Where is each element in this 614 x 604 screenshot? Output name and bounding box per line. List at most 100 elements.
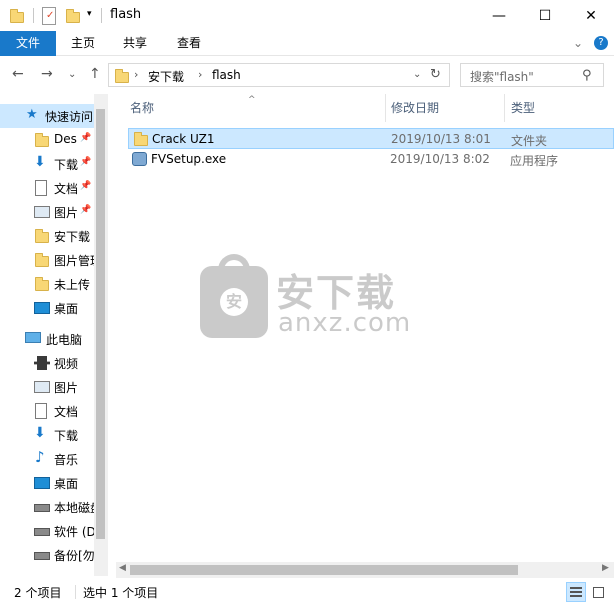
column-header-date[interactable]: 修改日期 bbox=[391, 94, 439, 122]
maximize-button[interactable]: ☐ bbox=[522, 0, 568, 31]
address-row: ← → ⌄ ↑ › 安下载 › flash ⌄ ↻ 搜索"flash" ⚲ bbox=[0, 56, 614, 94]
pin-icon: 📌 bbox=[80, 181, 92, 191]
watermark-bag-icon: 安 bbox=[200, 254, 268, 338]
breadcrumb-item[interactable]: 安下载 bbox=[148, 68, 184, 85]
sidebar-item-label: 图片管理 bbox=[54, 254, 94, 268]
minimize-button[interactable]: — bbox=[476, 0, 522, 31]
sidebar-item-label: 下载 bbox=[54, 429, 79, 443]
pin-icon: 📌 bbox=[80, 133, 92, 143]
sidebar-item-desktop[interactable]: 桌面 bbox=[0, 296, 94, 320]
help-icon[interactable]: ? bbox=[594, 36, 608, 50]
star-icon: ★ bbox=[26, 107, 38, 122]
horizontal-scrollbar-thumb[interactable] bbox=[130, 565, 518, 575]
sidebar-item-documents-pinned[interactable]: 文档 📌 bbox=[0, 176, 94, 200]
forward-arrow-icon[interactable]: → bbox=[41, 66, 53, 82]
address-bar[interactable]: › 安下载 › flash ⌄ ↻ bbox=[108, 63, 450, 87]
sidebar-item-downloads-pinned[interactable]: ⬇ 下载 📌 bbox=[0, 152, 94, 176]
file-date: 2019/10/13 8:02 bbox=[390, 152, 490, 166]
folder-icon bbox=[35, 277, 49, 291]
properties-icon[interactable]: ✓ bbox=[42, 7, 56, 25]
search-input[interactable]: 搜索"flash" bbox=[470, 68, 534, 85]
document-icon bbox=[35, 403, 47, 419]
sidebar-item-anxz[interactable]: 安下载 bbox=[0, 224, 94, 248]
new-folder-icon[interactable] bbox=[66, 9, 80, 23]
status-divider bbox=[75, 585, 76, 599]
desktop-icon bbox=[34, 477, 50, 489]
sidebar-item-documents[interactable]: 文档 bbox=[0, 399, 94, 423]
qa-separator bbox=[33, 8, 34, 23]
sidebar-item-label: 图片 bbox=[54, 206, 79, 220]
pin-icon: 📌 bbox=[80, 157, 92, 167]
sidebar-item-label: 未上传 bbox=[54, 278, 91, 292]
video-icon bbox=[34, 356, 50, 370]
address-dropdown-icon[interactable]: ⌄ bbox=[413, 69, 421, 80]
status-bar: 2 个项目 选中 1 个项目 bbox=[0, 580, 614, 604]
document-icon bbox=[35, 180, 47, 196]
title-bar: ✓ ▾ flash — ☐ ✕ bbox=[0, 0, 614, 31]
sidebar-item-label: 文档 bbox=[54, 405, 79, 419]
file-name: Crack UZ1 bbox=[152, 132, 215, 146]
sidebar-item-label: 备份[勿 bbox=[54, 549, 94, 563]
sidebar-item-pictures-pinned[interactable]: 图片 📌 bbox=[0, 200, 94, 224]
up-arrow-icon[interactable]: ↑ bbox=[89, 66, 101, 82]
sidebar-item-downloads[interactable]: ⬇ 下载 bbox=[0, 423, 94, 447]
file-name: FVSetup.exe bbox=[151, 152, 227, 166]
ribbon-collapse-icon[interactable]: ⌄ bbox=[570, 31, 586, 56]
search-box[interactable]: 搜索"flash" ⚲ bbox=[460, 63, 604, 87]
back-arrow-icon[interactable]: ← bbox=[12, 66, 24, 82]
breadcrumb-chevron-icon[interactable]: › bbox=[198, 68, 202, 81]
sidebar-item-label: Des bbox=[54, 132, 77, 146]
file-row[interactable]: Crack UZ1 2019/10/13 8:01 文件夹 bbox=[128, 128, 614, 149]
scroll-left-icon[interactable]: ◀ bbox=[119, 563, 126, 573]
breadcrumb-chevron-icon[interactable]: › bbox=[134, 68, 138, 81]
recent-dropdown-icon[interactable]: ⌄ bbox=[68, 69, 76, 80]
details-view-icon[interactable] bbox=[566, 582, 586, 602]
breadcrumb-item[interactable]: flash bbox=[212, 68, 241, 82]
sidebar-item-desktop-pinned[interactable]: Des 📌 bbox=[0, 128, 94, 152]
sidebar-item-videos[interactable]: 视频 bbox=[0, 351, 94, 375]
sidebar-item-music[interactable]: ♪ 音乐 bbox=[0, 447, 94, 471]
horizontal-scrollbar[interactable]: ◀ ▶ bbox=[116, 562, 614, 578]
watermark-logo: 安 安下载 anxz.com bbox=[200, 254, 420, 342]
sidebar-item-label: 视频 bbox=[54, 357, 79, 371]
sidebar-item-local-disk[interactable]: 本地磁盘 bbox=[0, 495, 94, 519]
sidebar-item-backup-drive[interactable]: 备份[勿 bbox=[0, 543, 94, 567]
sidebar-item-this-pc[interactable]: 此电脑 bbox=[0, 327, 94, 351]
column-header-type[interactable]: 类型 bbox=[511, 94, 535, 122]
large-icons-view-icon[interactable] bbox=[588, 582, 608, 602]
pin-icon: 📌 bbox=[80, 205, 92, 215]
sidebar-item-label: 软件 (D bbox=[54, 525, 94, 539]
picture-icon bbox=[34, 206, 50, 218]
tab-home[interactable]: 主页 bbox=[60, 31, 106, 56]
installer-icon bbox=[132, 152, 147, 166]
customize-qa-icon[interactable]: ▾ bbox=[87, 9, 92, 27]
column-divider[interactable] bbox=[385, 94, 386, 122]
sidebar-item-label: 音乐 bbox=[54, 453, 79, 467]
item-count: 2 个项目 bbox=[14, 586, 62, 600]
tab-share[interactable]: 共享 bbox=[112, 31, 158, 56]
sidebar-item-picture-mgmt[interactable]: 图片管理 bbox=[0, 248, 94, 272]
sidebar-item-label: 本地磁盘 bbox=[54, 501, 94, 515]
search-icon[interactable]: ⚲ bbox=[582, 68, 592, 83]
sidebar-item-pictures[interactable]: 图片 bbox=[0, 375, 94, 399]
file-type: 应用程序 bbox=[510, 154, 559, 168]
scroll-right-icon[interactable]: ▶ bbox=[602, 563, 609, 573]
watermark-url: anxz.com bbox=[278, 308, 412, 338]
sidebar-item-software-drive[interactable]: 软件 (D bbox=[0, 519, 94, 543]
tab-view[interactable]: 查看 bbox=[166, 31, 212, 56]
column-header-name[interactable]: 名称 bbox=[130, 94, 154, 122]
refresh-icon[interactable]: ↻ bbox=[430, 67, 441, 82]
column-divider[interactable] bbox=[504, 94, 505, 122]
desktop-icon bbox=[34, 302, 50, 314]
tab-file[interactable]: 文件 bbox=[0, 31, 56, 56]
sidebar-item-desktop-pc[interactable]: 桌面 bbox=[0, 471, 94, 495]
file-type: 文件夹 bbox=[511, 134, 548, 148]
sidebar-item-quick-access[interactable]: ★ 快速访问 bbox=[0, 104, 94, 128]
sidebar-scrollbar-thumb[interactable] bbox=[96, 109, 105, 539]
file-row[interactable]: FVSetup.exe 2019/10/13 8:02 应用程序 bbox=[128, 149, 614, 170]
file-date: 2019/10/13 8:01 bbox=[391, 132, 491, 146]
sidebar-item-label: 文档 bbox=[54, 182, 79, 196]
navigation-pane: ★ 快速访问 Des 📌 ⬇ 下载 📌 文档 📌 图片 📌 安下载 图片管理 未… bbox=[0, 94, 108, 576]
sidebar-item-not-uploaded[interactable]: 未上传 bbox=[0, 272, 94, 296]
close-button[interactable]: ✕ bbox=[568, 0, 614, 31]
